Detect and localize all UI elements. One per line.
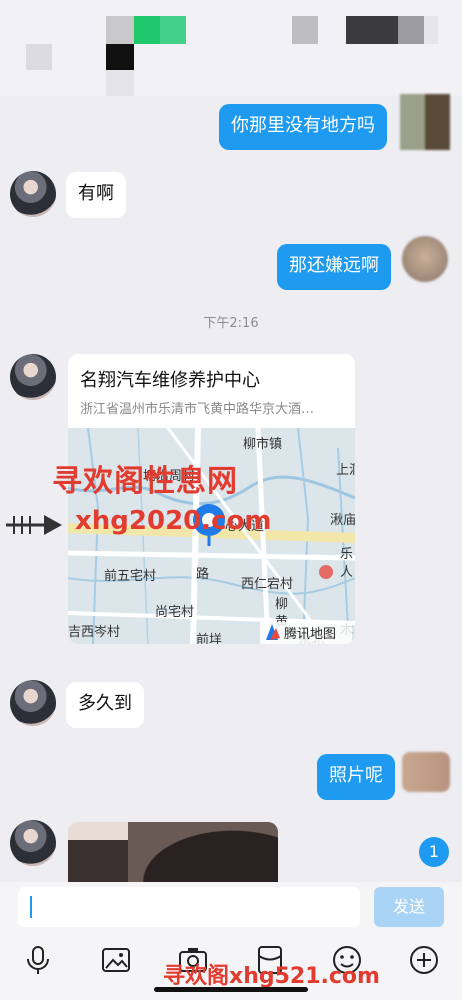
map-label: 吉西岑村 [68, 625, 120, 640]
avatar[interactable] [402, 236, 448, 282]
map-label: 路 [196, 566, 209, 582]
message-bubble-outgoing[interactable]: 照片呢 [317, 754, 395, 800]
map-label: 西仁宕村 [241, 577, 293, 592]
watermark-arrow-icon [6, 515, 62, 535]
blurred-header-block [346, 16, 398, 44]
map-label: 上洞 [336, 463, 355, 478]
watermark-text: xhg2020.com [75, 506, 272, 536]
watermark-text: 寻欢阁xhg521.com [163, 964, 380, 989]
location-title: 名翔汽车维修养护中心 [80, 370, 260, 391]
message-bubble-outgoing[interactable]: 那还嫌远啊 [277, 244, 391, 290]
blurred-header-block [398, 16, 424, 44]
blurred-header-block [106, 70, 134, 96]
avatar[interactable] [400, 94, 450, 150]
avatar[interactable] [10, 680, 56, 726]
text-cursor [30, 896, 32, 918]
map-label: 人 [340, 565, 353, 580]
gallery-icon[interactable] [100, 944, 132, 976]
blurred-header-block [134, 16, 160, 44]
blurred-header-block [160, 16, 186, 44]
avatar[interactable] [10, 820, 56, 866]
blurred-header-block [106, 16, 134, 44]
blurred-header-block [424, 16, 438, 44]
watermark-text: 寻欢阁性息网 [52, 464, 238, 499]
avatar[interactable] [10, 171, 56, 217]
blurred-header-block [26, 44, 52, 70]
message-bubble-incoming[interactable]: 多久到 [66, 682, 144, 728]
message-timestamp: 下午2:16 [203, 316, 259, 331]
map-label: 前垟 [196, 632, 222, 644]
blurred-header-block [106, 44, 134, 70]
map-label: 柳 [275, 597, 288, 612]
avatar[interactable] [10, 354, 56, 400]
blurred-header-block [292, 16, 318, 44]
map-provider-label: 腾讯地图 [284, 626, 336, 642]
image-message[interactable] [68, 822, 278, 882]
message-bubble-outgoing[interactable]: 你那里没有地方吗 [219, 104, 387, 150]
map-label: 湫庙 [330, 513, 355, 528]
location-address: 浙江省温州市乐清市飞黄中路华京大酒… [80, 402, 315, 417]
plus-icon[interactable] [408, 944, 440, 976]
map-label: 柳市镇 [243, 436, 282, 452]
map-label: 乐 [340, 547, 353, 562]
message-input[interactable] [18, 887, 360, 927]
unread-count-badge[interactable]: 1 [419, 837, 449, 867]
map-label: 尚宅村 [155, 605, 194, 620]
message-bubble-incoming[interactable]: 有啊 [66, 172, 126, 218]
chat-list[interactable]: 你那里没有地方吗 有啊 那还嫌远啊 下午2:16 名翔汽车维修养护中心 浙江省温… [0, 94, 462, 882]
avatar[interactable] [402, 752, 450, 792]
microphone-icon[interactable] [22, 944, 54, 976]
send-button[interactable]: 发送 [374, 887, 444, 927]
map-label: 前五宅村 [104, 568, 156, 584]
chat-header [0, 0, 462, 96]
home-indicator[interactable] [154, 987, 308, 992]
